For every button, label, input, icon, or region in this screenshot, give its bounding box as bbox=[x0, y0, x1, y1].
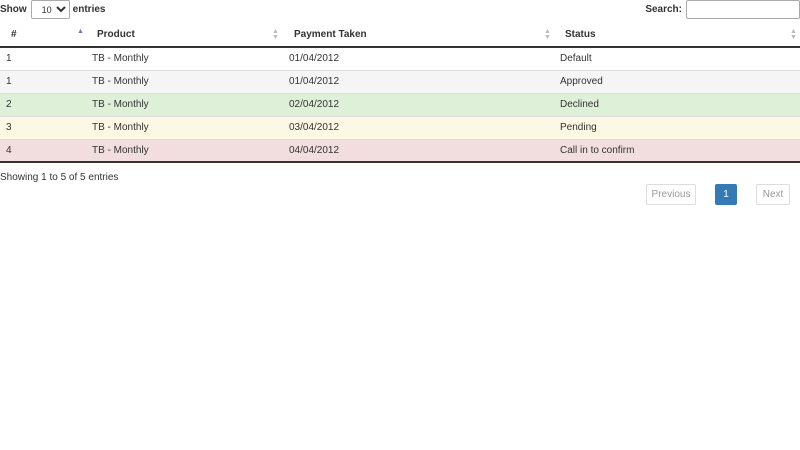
column-header-label: Product bbox=[97, 29, 135, 40]
table-controls: Show 10 entries Search: bbox=[0, 0, 800, 20]
cell-status: Call in to confirm bbox=[555, 138, 800, 163]
sort-icon: ▲ ▼ bbox=[272, 28, 279, 41]
table-header-row: # ▲ Product ▲ ▼ Payment Taken ▲ ▼ Status ▲… bbox=[0, 23, 800, 48]
cell-status: Declined bbox=[555, 92, 800, 116]
next-button[interactable]: Next bbox=[756, 184, 790, 205]
column-header-payment-taken[interactable]: Payment Taken ▲ ▼ bbox=[283, 23, 555, 48]
table-row: 1 TB - Monthly 01/04/2012 Default bbox=[0, 47, 800, 70]
sort-ascending-icon: ▲ bbox=[77, 28, 84, 35]
cell-status: Pending bbox=[555, 115, 800, 139]
cell-payment-taken: 03/04/2012 bbox=[283, 115, 555, 139]
sort-icon: ▲ ▼ bbox=[790, 28, 797, 41]
cell-number: 2 bbox=[0, 92, 87, 116]
payments-table: # ▲ Product ▲ ▼ Payment Taken ▲ ▼ Status ▲… bbox=[0, 23, 800, 163]
page-length-control: Show 10 entries bbox=[0, 0, 105, 19]
column-header-status[interactable]: Status ▲ ▼ bbox=[555, 23, 800, 48]
search-input[interactable] bbox=[686, 0, 800, 19]
search-control: Search: bbox=[645, 0, 800, 19]
table-row: 4 TB - Monthly 04/04/2012 Call in to confir… bbox=[0, 138, 800, 163]
page-length-select[interactable]: 10 bbox=[30, 0, 70, 19]
column-header-product[interactable]: Product ▲ ▼ bbox=[87, 23, 283, 48]
cell-product: TB - Monthly bbox=[87, 115, 283, 139]
table-row: 2 TB - Monthly 02/04/2012 Declined bbox=[0, 92, 800, 116]
cell-number: 1 bbox=[6, 53, 12, 65]
cell-payment-taken: 04/04/2012 bbox=[283, 138, 555, 163]
cell-status: Approved bbox=[555, 69, 800, 93]
cell-number: 4 bbox=[0, 138, 87, 163]
table-row: 3 TB - Monthly 03/04/2012 Pending bbox=[0, 115, 800, 139]
column-header-label: # bbox=[11, 29, 17, 40]
cell-number: 1 bbox=[0, 69, 87, 93]
previous-button[interactable]: Previous bbox=[646, 184, 696, 205]
entries-label: entries bbox=[72, 4, 106, 15]
cell-product: TB - Monthly bbox=[92, 53, 149, 65]
cell-product: TB - Monthly bbox=[87, 138, 283, 163]
search-label: Search: bbox=[645, 4, 682, 15]
cell-product: TB - Monthly bbox=[87, 69, 283, 93]
sort-icon: ▲ ▼ bbox=[544, 28, 551, 41]
cell-payment-taken: 02/04/2012 bbox=[283, 92, 555, 116]
cell-product: TB - Monthly bbox=[87, 92, 283, 116]
cell-status: Default bbox=[560, 53, 592, 65]
cell-number: 3 bbox=[0, 115, 87, 139]
column-header-label: Payment Taken bbox=[294, 29, 367, 40]
cell-payment-taken: 01/04/2012 bbox=[283, 69, 555, 93]
table-row: 1 TB - Monthly 01/04/2012 Approved bbox=[0, 69, 800, 93]
table-info: Showing 1 to 5 of 5 entries bbox=[0, 172, 119, 183]
page-1-button[interactable]: 1 bbox=[715, 184, 737, 205]
column-header-number[interactable]: # ▲ bbox=[0, 23, 87, 48]
cell-payment-taken: 01/04/2012 bbox=[289, 53, 340, 65]
show-label: Show bbox=[0, 4, 27, 15]
column-header-label: Status bbox=[565, 29, 596, 40]
